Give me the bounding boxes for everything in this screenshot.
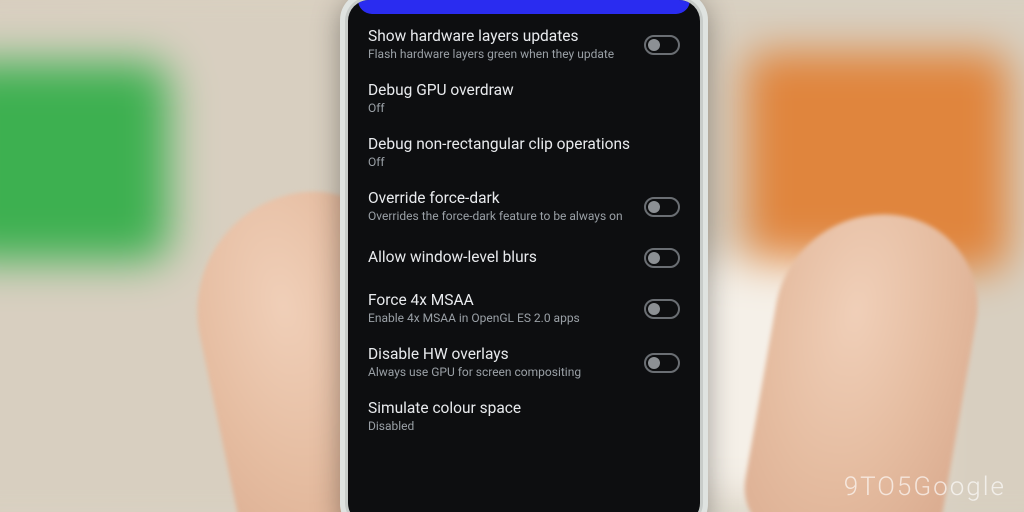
setting-row-colour-space[interactable]: Simulate colour space Disabled bbox=[354, 390, 694, 444]
setting-row-force-dark[interactable]: Override force-dark Overrides the force-… bbox=[354, 180, 694, 234]
setting-subtitle: Off bbox=[368, 101, 670, 117]
setting-subtitle: Always use GPU for screen compositing bbox=[368, 365, 634, 381]
developer-options-list[interactable]: Show hardware layers updates Flash hardw… bbox=[348, 18, 700, 512]
toggle-switch[interactable] bbox=[644, 299, 680, 319]
phone-screen: Show hardware layers updates Flash hardw… bbox=[348, 0, 700, 512]
setting-title: Simulate colour space bbox=[368, 399, 670, 418]
setting-row-clip-operations[interactable]: Debug non-rectangular clip operations Of… bbox=[354, 126, 694, 180]
setting-subtitle: Disabled bbox=[368, 419, 670, 435]
setting-subtitle: Overrides the force-dark feature to be a… bbox=[368, 209, 634, 225]
setting-title: Debug GPU overdraw bbox=[368, 81, 670, 100]
setting-title: Override force-dark bbox=[368, 189, 634, 208]
setting-subtitle: Off bbox=[368, 155, 670, 171]
setting-subtitle: Enable 4x MSAA in OpenGL ES 2.0 apps bbox=[368, 311, 634, 327]
setting-subtitle: Flash hardware layers green when they up… bbox=[368, 47, 634, 63]
setting-title: Disable HW overlays bbox=[368, 345, 634, 364]
setting-row-hardware-layers[interactable]: Show hardware layers updates Flash hardw… bbox=[354, 18, 694, 72]
setting-title: Debug non-rectangular clip operations bbox=[368, 135, 670, 154]
setting-row-gpu-overdraw[interactable]: Debug GPU overdraw Off bbox=[354, 72, 694, 126]
setting-row-window-blurs[interactable]: Allow window-level blurs bbox=[354, 234, 694, 282]
setting-title: Allow window-level blurs bbox=[368, 248, 634, 267]
setting-row-hw-overlays[interactable]: Disable HW overlays Always use GPU for s… bbox=[354, 336, 694, 390]
watermark-text: 9TO5Google bbox=[844, 472, 1006, 502]
setting-title: Force 4x MSAA bbox=[368, 291, 634, 310]
toggle-switch[interactable] bbox=[644, 248, 680, 268]
phone-frame: Show hardware layers updates Flash hardw… bbox=[340, 0, 708, 512]
toggle-switch[interactable] bbox=[644, 353, 680, 373]
setting-row-4x-msaa[interactable]: Force 4x MSAA Enable 4x MSAA in OpenGL E… bbox=[354, 282, 694, 336]
toggle-switch[interactable] bbox=[644, 35, 680, 55]
top-accent-bar bbox=[358, 0, 690, 14]
toggle-switch[interactable] bbox=[644, 197, 680, 217]
setting-title: Show hardware layers updates bbox=[368, 27, 634, 46]
